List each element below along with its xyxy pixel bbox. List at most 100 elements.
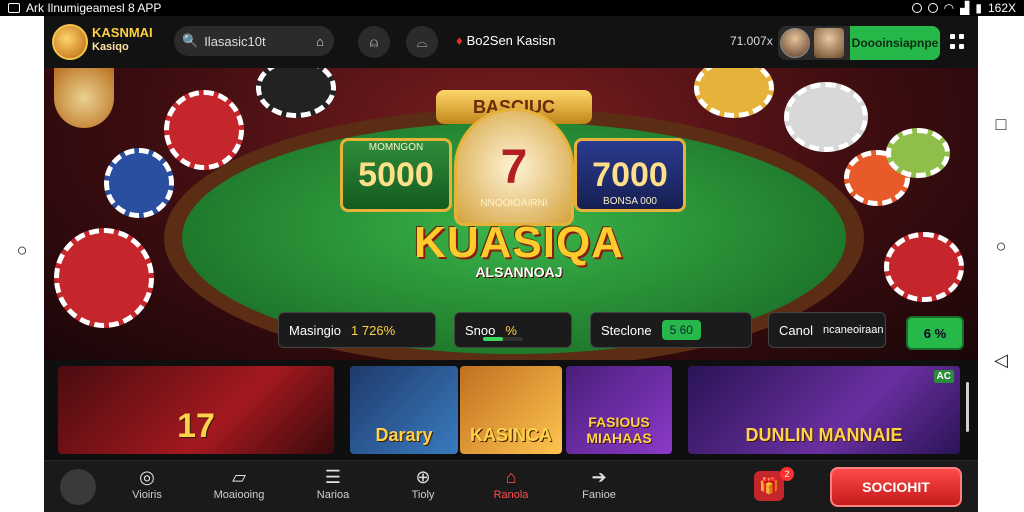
casino-logo[interactable] xyxy=(52,24,88,60)
nav-label: Ranola xyxy=(493,489,529,501)
chat-icon: ⌓ xyxy=(416,33,428,50)
hero-banner[interactable]: BASCIUC 7 NNOOIOAIRNI 5000 MOMNGON 7000 … xyxy=(44,68,978,360)
nav-item-tioly[interactable]: ⊕ Tioly xyxy=(388,467,458,501)
status-bar: Ark Ilnumigeamesl 8 APP ◠ ▟ ▮ 162X xyxy=(0,0,1024,16)
game-card[interactable]: KASINCA xyxy=(460,366,562,454)
left-value: 5000 xyxy=(358,155,434,194)
right-value: 7000 xyxy=(592,155,668,194)
back-triangle-icon[interactable]: ◁ xyxy=(994,350,1008,371)
center-value: 7 xyxy=(500,140,528,194)
home-circle-icon[interactable]: ○ xyxy=(996,236,1007,257)
vpn-icon xyxy=(911,3,922,13)
hero-subtitle: ALSANNOAJ xyxy=(475,264,563,280)
stat-label: Masingio xyxy=(289,322,342,338)
android-nav-left: ○ xyxy=(0,16,44,512)
avatar-secondary[interactable] xyxy=(814,28,844,58)
game-title: 17 xyxy=(177,407,215,445)
nav-item-narioa[interactable]: ☰ Narioa xyxy=(298,467,368,501)
chip-icon xyxy=(884,232,964,302)
nav-label: Narioa xyxy=(316,489,350,501)
user-box[interactable]: Doooinsiapnpe xyxy=(778,26,940,60)
game-badge: AC xyxy=(933,370,954,383)
avatar[interactable] xyxy=(780,28,810,58)
center-caption: NNOOIOAIRNI xyxy=(480,198,548,209)
stat-value: % xyxy=(505,322,517,338)
status-left-text: Ark Ilnumigeamesl 8 APP xyxy=(26,1,162,15)
chip-icon xyxy=(256,68,336,118)
promo-text: Bo2Sen Kasisn xyxy=(466,33,556,48)
stat-pill[interactable]: Snoo % xyxy=(454,312,572,348)
messages-button[interactable]: ⌓ xyxy=(406,26,438,58)
stat-value: 1 726% xyxy=(351,322,396,338)
home-button[interactable] xyxy=(60,469,96,505)
logo-text: KASNMAI Kasiqo xyxy=(92,26,153,54)
hero-title: KUASIQA xyxy=(414,218,624,267)
balance-amount: 71.007x xyxy=(730,34,773,48)
game-card[interactable]: Darary xyxy=(350,366,458,454)
slot-icon: ⌂ xyxy=(505,467,517,487)
chip-icon xyxy=(54,228,154,328)
nav-label: Vioiris xyxy=(132,489,162,501)
progress-fill xyxy=(483,337,503,341)
game-card[interactable]: FASIOUS MIAHAAS xyxy=(566,366,672,454)
screen: Ark Ilnumigeamesl 8 APP ◠ ▟ ▮ 162X ○ □ ○… xyxy=(0,0,1024,512)
lamp-decoration xyxy=(54,68,114,128)
battery-icon: ▮ xyxy=(975,1,982,15)
stat-value: ncaneoiraan xyxy=(822,324,884,336)
promo-link[interactable]: ♦ Bo2Sen Kasisn xyxy=(456,33,556,48)
info-icon: ⊕ xyxy=(415,467,431,487)
bottom-nav: ◎ Vioiris ▱ Moaiooing ☰ Narioa ⊕ Tioly ⌂… xyxy=(44,460,978,512)
chip-icon xyxy=(164,90,244,170)
data-icon xyxy=(927,3,938,13)
chip-icon xyxy=(694,68,774,118)
recents-square-icon[interactable]: □ xyxy=(996,114,1007,135)
right-caption: BONSA 000 xyxy=(603,196,657,207)
search-input[interactable]: 🔍 Ilasasic10t ⌂ xyxy=(174,26,334,56)
pin-icon: ♦ xyxy=(456,33,463,48)
stat-pill[interactable]: Masingio 1 726% xyxy=(278,312,436,348)
game-card[interactable]: DUNLIN MANNAIE AC xyxy=(688,366,960,454)
search-placeholder: Ilasasic10t xyxy=(204,33,266,49)
stat-pill[interactable]: Canol ncaneoiraan xyxy=(768,312,886,348)
bell-button[interactable]: ⍝ xyxy=(358,26,390,58)
wifi-icon: ◠ xyxy=(943,1,955,15)
stat-pill[interactable]: Steclone 5 60 xyxy=(590,312,752,348)
left-caption: MOMNGON xyxy=(368,142,424,153)
chips-icon: ◎ xyxy=(139,467,155,487)
mini-action-button[interactable]: 6 % xyxy=(906,316,964,350)
nav-item-moaiooing[interactable]: ▱ Moaiooing xyxy=(204,467,274,501)
menu-grid-icon[interactable] xyxy=(950,34,966,50)
basket-icon: ⌂ xyxy=(316,33,324,49)
logo-title: KASNMAI xyxy=(92,25,153,40)
deposit-button[interactable]: Doooinsiapnpe xyxy=(850,26,940,60)
game-title: Darary xyxy=(375,425,433,445)
arrow-icon: ➔ xyxy=(591,467,607,487)
notification-badge: 2 xyxy=(780,467,794,481)
android-nav-right: □ ○ ◁ xyxy=(978,16,1024,512)
logo-subtitle: Kasiqo xyxy=(92,41,129,53)
chip-icon xyxy=(784,82,868,152)
games-row: 17 Darary KASINCA FASIOUS MIAHAAS DUNLIN… xyxy=(44,360,978,460)
game-title: FASIOUS MIAHAAS xyxy=(586,414,652,446)
cards-icon: ▱ xyxy=(232,467,246,487)
nav-item-ranola[interactable]: ⌂ Ranola xyxy=(476,467,546,501)
search-icon: 🔍 xyxy=(182,33,199,48)
nav-label: Fanioe xyxy=(582,489,616,501)
signal-icon: ▟ xyxy=(960,1,970,15)
nav-label: Moaiooing xyxy=(213,489,265,501)
game-card[interactable]: 17 xyxy=(58,366,334,454)
scrollbar[interactable] xyxy=(966,382,969,432)
nav-item-vioiris[interactable]: ◎ Vioiris xyxy=(112,467,182,501)
casino-app: KASNMAI Kasiqo 🔍 Ilasasic10t ⌂ ⍝ ⌓ ♦ Bo2… xyxy=(44,16,978,512)
stat-value: 5 60 xyxy=(661,320,701,340)
bell-icon: ⍝ xyxy=(369,33,379,50)
game-title: DUNLIN MANNAIE xyxy=(745,425,903,445)
chip-icon xyxy=(104,148,174,218)
stat-label: Snoo xyxy=(465,322,496,338)
progress-bar xyxy=(483,337,523,341)
app-header: KASNMAI Kasiqo 🔍 Ilasasic10t ⌂ ⍝ ⌓ ♦ Bo2… xyxy=(44,16,978,68)
nav-item-fanioe[interactable]: ➔ Fanioe xyxy=(564,467,634,501)
cta-button[interactable]: SOCIOHIT xyxy=(830,467,962,507)
home-circle-icon[interactable]: ○ xyxy=(17,240,28,261)
notification-icon xyxy=(8,3,20,13)
